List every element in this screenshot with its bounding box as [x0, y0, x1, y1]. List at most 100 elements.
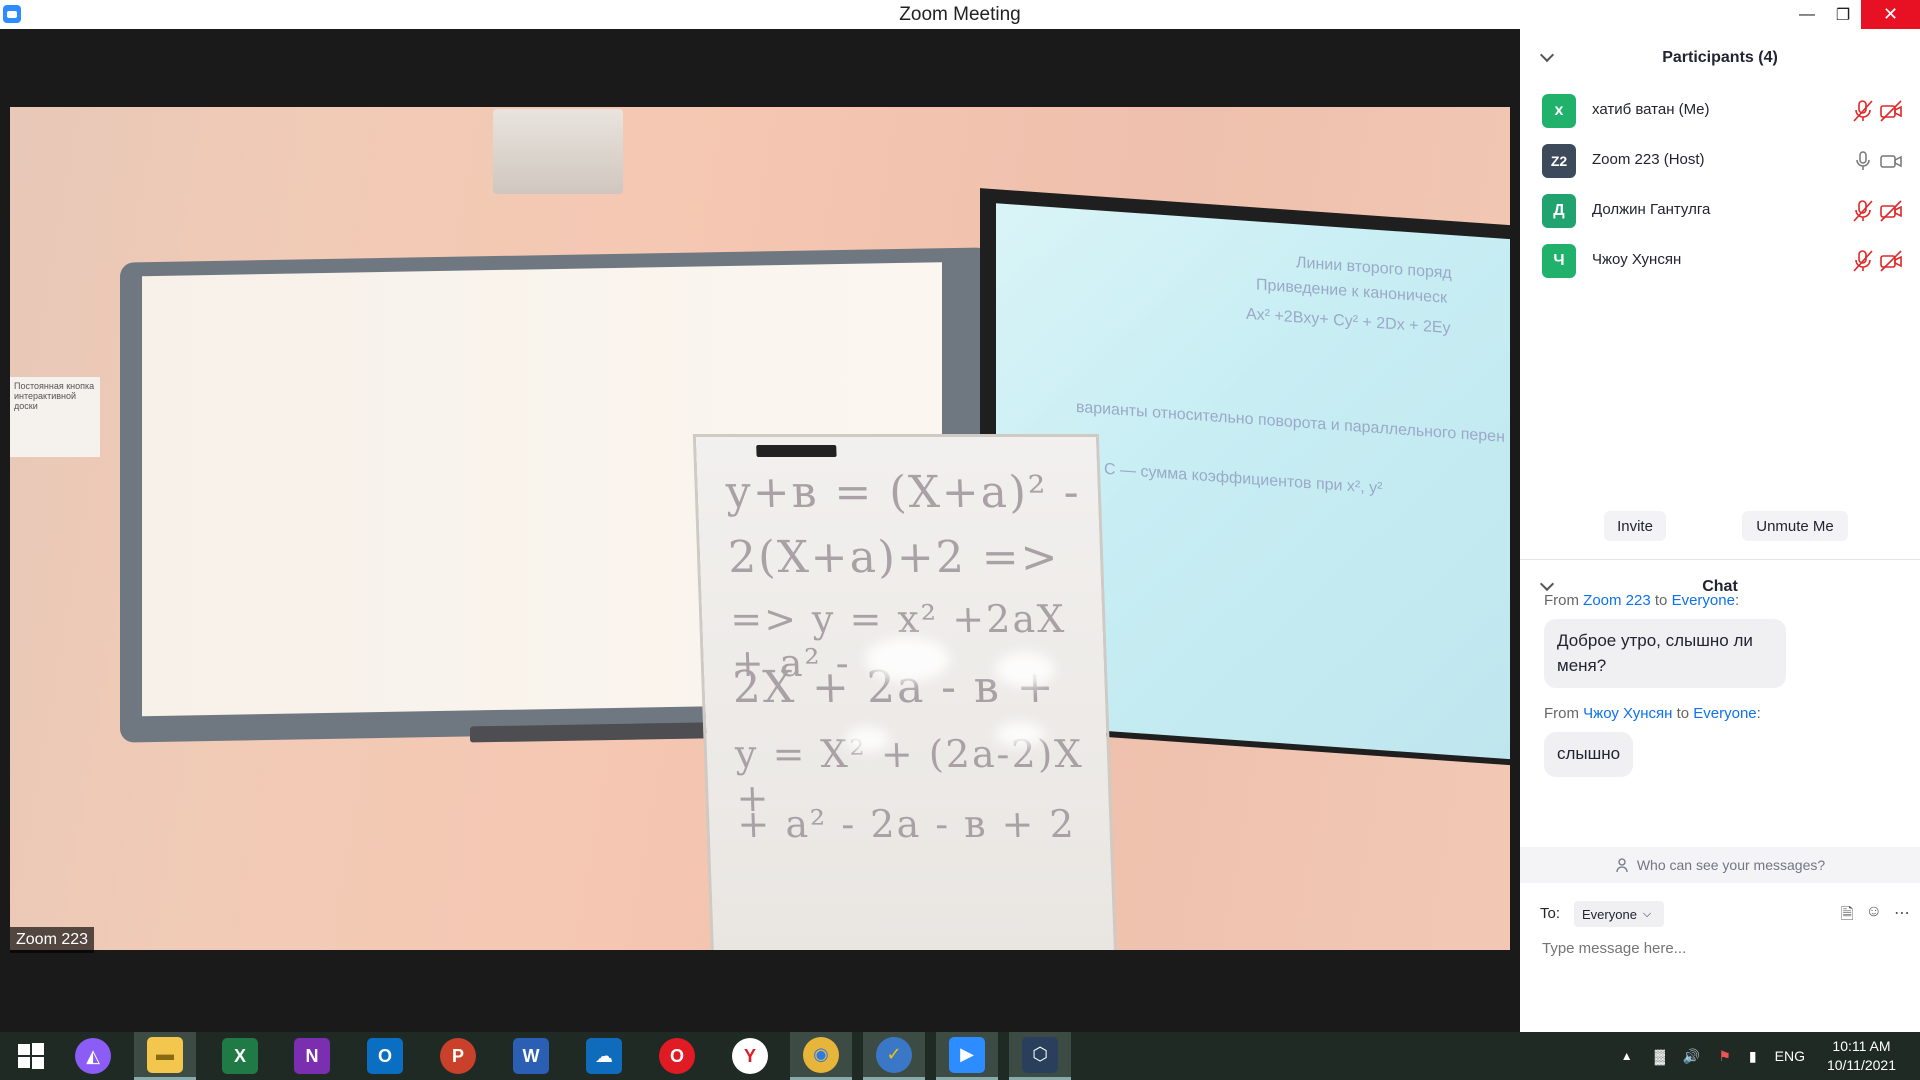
light-glare — [865, 637, 950, 682]
chat-bubble: Доброе утро, слышно ли меня? — [1544, 619, 1786, 689]
screen-line: Ax² +2Bxy+ Cy² + 2Dx + 2Ey — [1246, 305, 1451, 338]
taskbar-outlook[interactable]: O — [354, 1032, 416, 1080]
who-can-see-messages[interactable]: Who can see your messages? — [1520, 847, 1920, 883]
participant-row[interactable]: Z2 Zoom 223 (Host) — [1520, 136, 1920, 186]
screen-line: варианты относительно поворота и паралле… — [1076, 398, 1505, 446]
person-icon — [1616, 858, 1628, 873]
divider — [1520, 559, 1920, 560]
screen-line: Приведение к каноническ — [1256, 276, 1447, 307]
title-bar: Zoom Meeting — ❐ ✕ — [0, 0, 1920, 29]
opera-icon: O — [659, 1038, 695, 1074]
math-line: y+в = (X+a)² - — [724, 467, 1082, 518]
chat-message-meta: From Чжоу Хунсян to Everyone: — [1544, 705, 1761, 722]
light-glare — [845, 727, 890, 752]
recipient-row: To: Everyone ⌵ 🗎 ☺ ⋯ — [1540, 899, 1910, 929]
taskbar-onedrive[interactable]: ☁ — [573, 1032, 635, 1080]
word-icon: W — [513, 1038, 549, 1074]
screen-line: A + C — сумма коэффициентов при x², y² — [1076, 458, 1383, 498]
outlook-icon: O — [367, 1038, 403, 1074]
windows-taskbar: ◭ ▬ X N O P W ☁ O Y ◉ ✓ ▶ ⬡ ▲ ▓ 🔊 ⚑ ▮ EN… — [0, 1032, 1920, 1080]
avatar: Z2 — [1542, 144, 1576, 178]
powerpoint-icon: P — [440, 1038, 476, 1074]
participant-row[interactable]: Ч Чжоу Хунсян — [1520, 236, 1920, 286]
video-off-icon[interactable] — [1878, 248, 1904, 274]
taskbar-chrome[interactable]: ◉ — [790, 1032, 852, 1080]
chat-message-input[interactable] — [1540, 932, 1904, 964]
video-off-icon[interactable] — [1878, 198, 1904, 224]
muted-mic-icon[interactable] — [1850, 248, 1876, 274]
chevron-down-icon[interactable] — [1539, 47, 1555, 63]
chevron-down-icon: ⌵ — [1642, 907, 1652, 920]
chat-message-meta: From Zoom 223 to Everyone: — [1544, 592, 1740, 609]
folder-icon: ▬ — [147, 1036, 183, 1073]
file-icon[interactable]: 🗎 — [1841, 903, 1854, 930]
network-icon[interactable]: ▓ — [1655, 1048, 1665, 1064]
window-title: Zoom Meeting — [899, 4, 1021, 25]
avatar: Ч — [1542, 244, 1576, 278]
volume-icon[interactable]: 🔊 — [1683, 1048, 1700, 1065]
video-area: Постоянная кнопка интерактивной доски Ли… — [0, 29, 1520, 1032]
participant-name: Чжоу Хунсян — [1592, 251, 1682, 268]
light-glare — [995, 652, 1055, 687]
taskbar-excel[interactable]: X — [209, 1032, 271, 1080]
start-button[interactable] — [0, 1032, 62, 1080]
speaker-name-label: Zoom 223 — [10, 927, 95, 953]
taskbar-zoom[interactable]: ▶ — [936, 1032, 998, 1080]
chevron-down-icon[interactable] — [1539, 576, 1555, 592]
to-label: To: — [1540, 905, 1561, 922]
time: 10:11 AM — [1832, 1038, 1891, 1055]
maximize-button[interactable]: ❐ — [1825, 0, 1861, 29]
excel-icon: X — [222, 1038, 258, 1074]
sender-name[interactable]: Zoom 223 — [1583, 592, 1651, 609]
flipchart: y+в = (X+a)² - 2(X+a)+2 => => y = x² +2a… — [695, 437, 1115, 950]
participant-row[interactable]: Д Должин Гантулга — [1520, 186, 1920, 236]
taskbar-alice[interactable]: ◭ — [62, 1032, 124, 1080]
math-line: 2(X+a)+2 => — [727, 532, 1061, 583]
recipient-name[interactable]: Everyone — [1693, 705, 1756, 722]
mic-icon[interactable] — [1850, 148, 1876, 174]
minimize-button[interactable]: — — [1789, 0, 1825, 29]
more-icon[interactable]: ⋯ — [1894, 903, 1910, 930]
taskbar-todo[interactable]: ✓ — [863, 1032, 925, 1080]
video-off-icon[interactable] — [1878, 98, 1904, 124]
date: 10/11/2021 — [1826, 1057, 1896, 1073]
checkmark-icon: ✓ — [876, 1036, 912, 1073]
participant-name: Должин Гантулга — [1592, 201, 1711, 218]
taskbar-onenote[interactable]: N — [281, 1032, 343, 1080]
muted-mic-icon[interactable] — [1850, 198, 1876, 224]
side-panel: Participants (4) х хатиб ватан (Me) Z2 Z… — [1520, 29, 1920, 1032]
clock[interactable]: 10:11 AM 10/11/2021 — [1827, 1037, 1896, 1075]
yandex-icon: Y — [732, 1038, 768, 1074]
taskbar-word[interactable]: W — [500, 1032, 562, 1080]
emoji-icon[interactable]: ☺ — [1866, 903, 1882, 930]
avatar: х — [1542, 94, 1576, 128]
participants-title: Participants (4) — [1662, 49, 1778, 66]
close-button[interactable]: ✕ — [1861, 0, 1920, 29]
taskbar-yandex[interactable]: Y — [719, 1032, 781, 1080]
taskbar-explorer[interactable]: ▬ — [134, 1032, 196, 1080]
recipient-name[interactable]: Everyone — [1672, 592, 1735, 609]
windows-logo-icon — [18, 1043, 44, 1069]
alice-icon: ◭ — [75, 1038, 111, 1074]
muted-mic-icon[interactable] — [1850, 98, 1876, 124]
active-speaker-video[interactable]: Постоянная кнопка интерактивной доски Ли… — [10, 107, 1510, 950]
participant-name: Zoom 223 (Host) — [1592, 151, 1705, 168]
language-indicator[interactable]: ENG — [1775, 1048, 1805, 1064]
taskbar-opera[interactable]: O — [646, 1032, 708, 1080]
sender-name[interactable]: Чжоу Хунсян — [1583, 705, 1672, 722]
video-icon[interactable] — [1878, 148, 1904, 174]
invite-button[interactable]: Invite — [1604, 511, 1666, 541]
chat-bubble: слышно — [1544, 732, 1634, 777]
system-tray: ▲ ▓ 🔊 ⚑ ▮ ENG 10:11 AM 10/11/2021 — [1621, 1032, 1920, 1080]
taskbar-powerpoint[interactable]: P — [427, 1032, 489, 1080]
unmute-me-button[interactable]: Unmute Me — [1742, 511, 1848, 541]
battery-icon[interactable]: ▮ — [1749, 1048, 1757, 1065]
taskbar-virtualbox[interactable]: ⬡ — [1009, 1032, 1071, 1080]
show-hidden-icons-icon[interactable]: ▲ — [1621, 1049, 1633, 1063]
recipient-dropdown[interactable]: Everyone ⌵ — [1574, 901, 1664, 927]
flag-icon[interactable]: ⚑ — [1718, 1048, 1731, 1065]
onenote-icon: N — [294, 1038, 330, 1074]
participant-name: хатиб ватан (Me) — [1592, 101, 1710, 118]
participant-row[interactable]: х хатиб ватан (Me) — [1520, 86, 1920, 136]
avatar: Д — [1542, 194, 1576, 228]
